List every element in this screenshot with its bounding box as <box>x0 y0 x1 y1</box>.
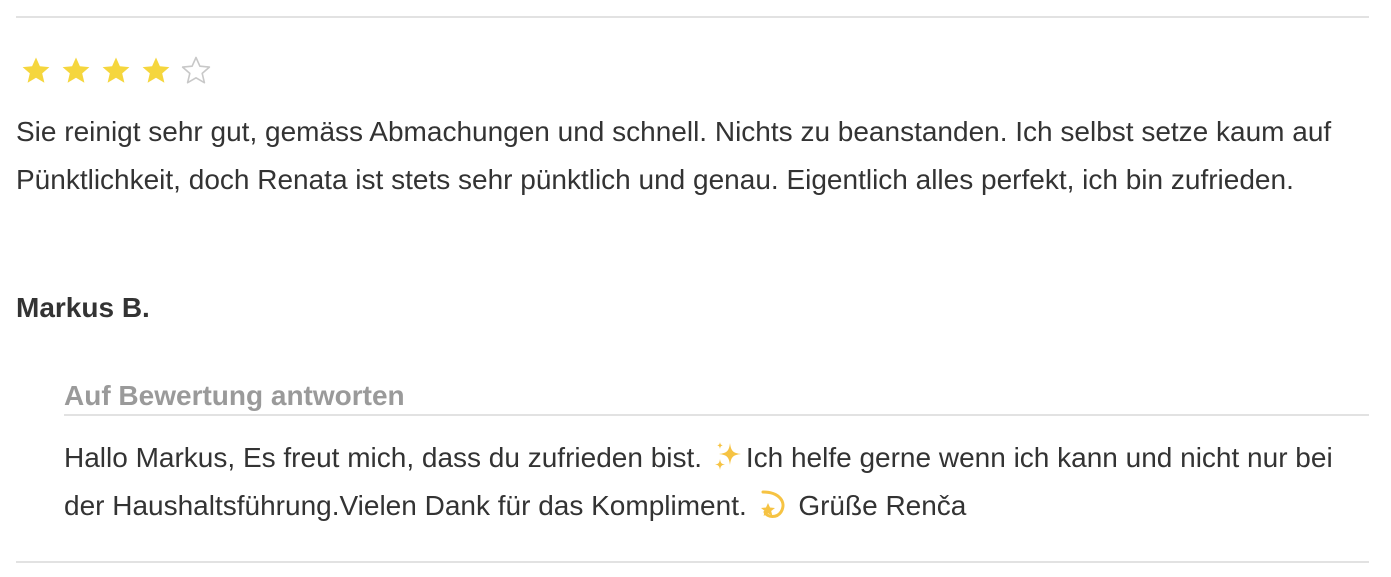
star-filled-icon <box>60 55 92 87</box>
review-author: Markus B. <box>16 292 150 323</box>
reply-heading: Auf Bewertung antworten <box>64 380 405 411</box>
dizzy-star-icon <box>757 488 789 520</box>
reply-divider <box>64 414 1369 416</box>
review-text: Sie reinigt sehr gut, gemäss Abmachungen… <box>16 116 1332 195</box>
bottom-divider <box>16 561 1369 563</box>
star-empty-icon <box>180 55 212 87</box>
reply-text: Hallo Markus, Es freut mich, dass du zuf… <box>64 434 1364 530</box>
star-filled-icon <box>100 55 132 87</box>
top-divider <box>16 16 1369 18</box>
reply-text-part1: Hallo Markus, Es freut mich, dass du zuf… <box>64 442 703 473</box>
reply-text-part3: Grüße Renča <box>798 490 967 521</box>
star-filled-icon <box>140 55 172 87</box>
sparkles-icon <box>712 440 744 472</box>
star-filled-icon <box>20 55 52 87</box>
star-rating <box>20 55 220 87</box>
